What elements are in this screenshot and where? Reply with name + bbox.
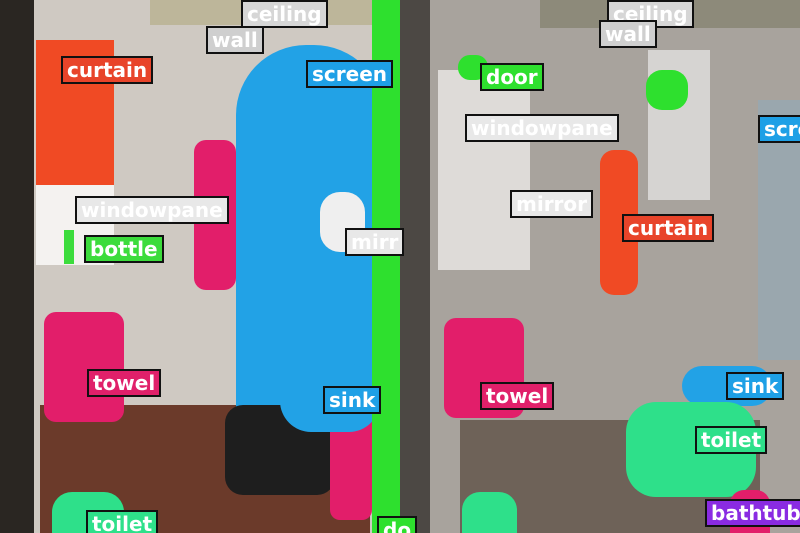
- label-ceiling-left: ceiling: [241, 0, 328, 28]
- label-toilet-right: toilet: [695, 426, 768, 454]
- label-sink-right: sink: [726, 372, 785, 400]
- windowpane-region: [438, 70, 530, 270]
- label-toilet-left: toilet: [86, 510, 159, 533]
- toilet-region-b: [462, 492, 517, 533]
- label-curtain-left: curtain: [61, 56, 154, 84]
- label-windowpane-left: windowpane: [75, 196, 229, 224]
- label-mirror-right: mirror: [510, 190, 594, 218]
- label-curtain-right: curtain: [622, 214, 715, 242]
- label-towel-left: towel: [87, 369, 162, 397]
- label-door-left: do: [377, 516, 418, 533]
- label-sink-left: sink: [323, 386, 382, 414]
- door-frame-region: [400, 0, 430, 533]
- label-screen-right: scre: [758, 115, 800, 143]
- label-towel-right: towel: [480, 382, 555, 410]
- bottle-region: [64, 230, 74, 264]
- label-windowpane-right: windowpane: [465, 114, 619, 142]
- label-bathtub-right: bathtub: [705, 499, 800, 527]
- door-region-b: [646, 70, 688, 110]
- label-door-right: door: [480, 63, 544, 91]
- segmentation-comparison: ceiling wall curtain screen windowpane b…: [0, 0, 800, 533]
- label-screen-left: screen: [306, 60, 393, 88]
- label-mirror-left: mirr: [345, 228, 405, 256]
- towel-region-a: [44, 312, 124, 422]
- label-wall-left: wall: [206, 26, 264, 54]
- label-wall-right: wall: [599, 20, 657, 48]
- door-frame-region: [0, 0, 34, 533]
- label-bottle-left: bottle: [84, 235, 164, 263]
